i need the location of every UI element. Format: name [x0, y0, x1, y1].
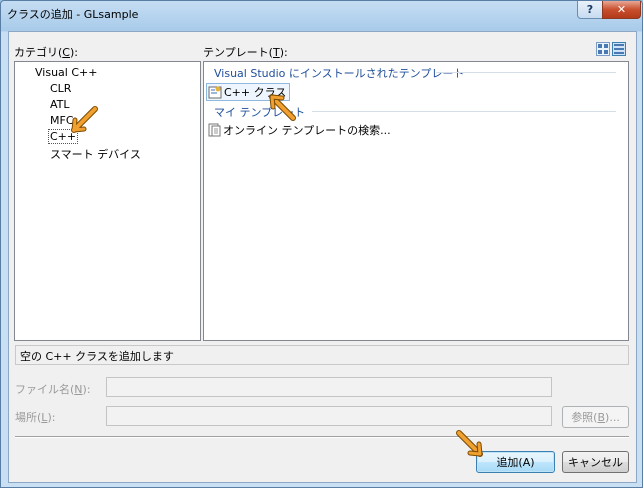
- add-button[interactable]: 追加(A): [476, 451, 555, 473]
- large-icons-view-icon[interactable]: [596, 42, 610, 56]
- pointer-arrow-icon: [269, 94, 296, 121]
- template-online-search-label: オンライン テンプレートの検索...: [223, 124, 391, 137]
- close-button[interactable]: ✕: [602, 1, 641, 19]
- category-label: カテゴリ(C):: [14, 46, 78, 59]
- separator: [15, 436, 629, 438]
- file-name-field[interactable]: [106, 377, 552, 397]
- location-field[interactable]: [106, 406, 552, 426]
- tree-item-visual-cpp[interactable]: Visual C++: [35, 66, 97, 79]
- group-divider: [436, 72, 616, 73]
- template-list[interactable]: Visual Studio にインストールされたテンプレート C++ クラス マ…: [203, 61, 629, 341]
- dialog-client-area: カテゴリ(C): テンプレート(T): Visual C++ CLR ATL M…: [8, 31, 637, 483]
- group-divider: [312, 111, 616, 112]
- pointer-arrow-icon: [456, 430, 483, 457]
- help-button[interactable]: ?: [577, 1, 603, 19]
- tree-item-mfc[interactable]: MFC: [50, 114, 74, 127]
- category-tree[interactable]: Visual C++ CLR ATL MFC C++ スマート デバイス: [14, 61, 201, 341]
- tree-item-smart-device[interactable]: スマート デバイス: [50, 146, 141, 162]
- window-title: クラスの追加 - GLsample: [7, 8, 139, 21]
- installed-templates-header: Visual Studio にインストールされたテンプレート: [214, 67, 465, 80]
- cancel-button[interactable]: キャンセル: [562, 451, 629, 473]
- pointer-arrow-icon: [71, 106, 98, 133]
- template-online-search[interactable]: オンライン テンプレートの検索...: [208, 122, 391, 138]
- small-icons-view-icon[interactable]: [612, 42, 626, 56]
- file-name-label: ファイル名(N):: [15, 383, 91, 396]
- template-description: 空の C++ クラスを追加します: [15, 345, 629, 365]
- tree-item-clr[interactable]: CLR: [50, 82, 71, 95]
- browse-button[interactable]: 参照(B)...: [562, 406, 629, 428]
- online-search-icon: [208, 123, 221, 137]
- dialog-window: クラスの追加 - GLsample ? ✕ カテゴリ(C): テンプレート(T)…: [0, 0, 643, 488]
- template-label: テンプレート(T):: [203, 46, 288, 59]
- cpp-class-icon: [208, 85, 222, 99]
- location-label: 場所(L):: [15, 411, 56, 424]
- title-bar[interactable]: クラスの追加 - GLsample ? ✕: [1, 1, 642, 25]
- tree-item-atl[interactable]: ATL: [50, 98, 70, 111]
- view-toggle: [596, 42, 626, 56]
